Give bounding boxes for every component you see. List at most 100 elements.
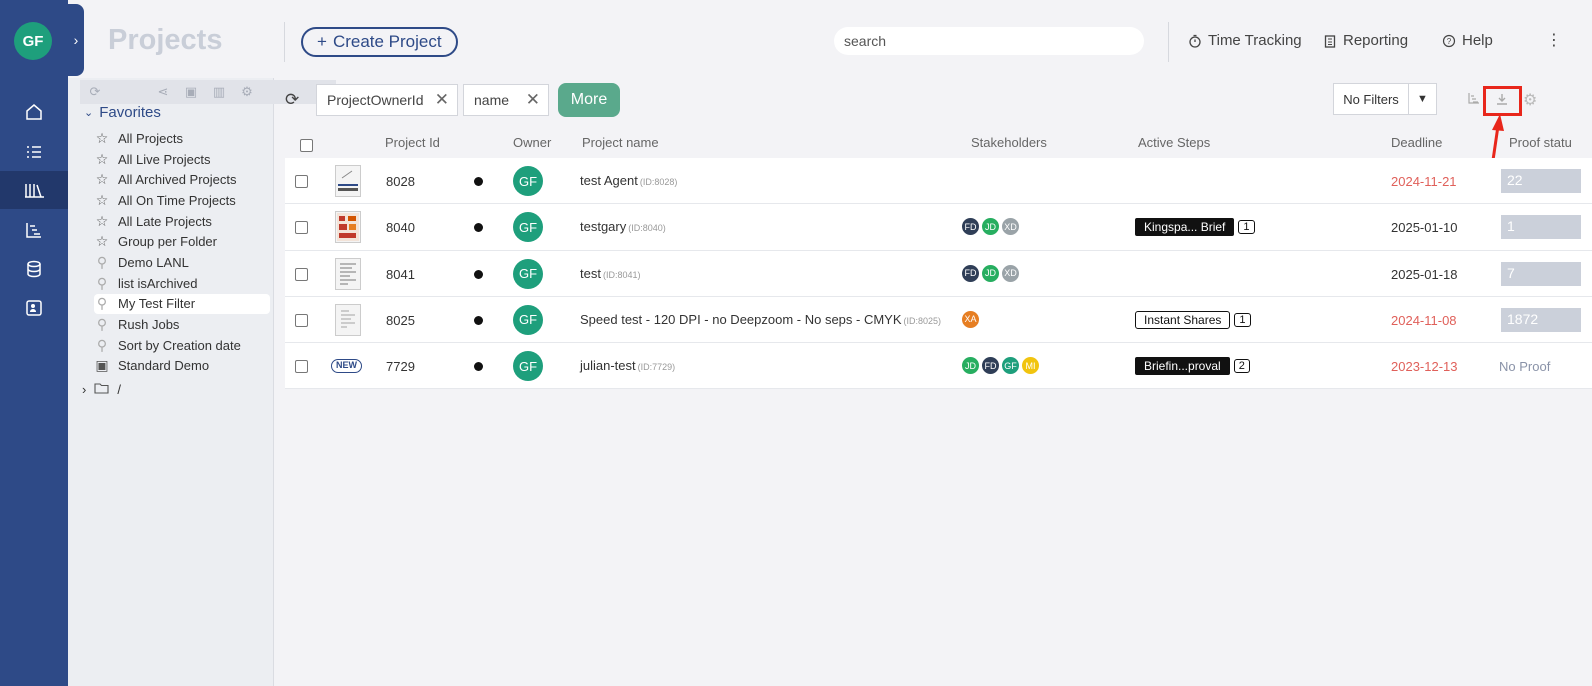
stakeholder-avatar[interactable]: FD xyxy=(981,356,1000,376)
table-row[interactable]: 8025 GF Speed test - 120 DPI - no Deepzo… xyxy=(285,296,1592,344)
stakeholders-group[interactable]: JD FD GF MI xyxy=(961,356,1041,376)
folder-item[interactable]: ▣ Standard Demo xyxy=(94,356,270,377)
settings-gear-icon[interactable]: ⚙ xyxy=(240,84,254,100)
favorite-item[interactable]: ☆ All Live Projects xyxy=(94,149,270,170)
active-steps[interactable]: Instant Shares 1 xyxy=(1135,310,1251,329)
help-link[interactable]: ? Help xyxy=(1442,32,1493,49)
tasks-list-icon[interactable] xyxy=(0,133,68,171)
project-thumbnail[interactable] xyxy=(335,211,361,244)
project-name[interactable]: julian-test (ID:7729) xyxy=(580,358,675,373)
table-row[interactable]: NEW 7729 GF julian-test (ID:7729) JD FD G… xyxy=(285,343,1592,390)
root-folder-node[interactable]: › / xyxy=(82,382,121,397)
project-name[interactable]: Speed test - 120 DPI - no Deepzoom - No … xyxy=(580,312,941,327)
column-header-proof-status[interactable]: Proof statu xyxy=(1509,135,1572,150)
close-icon[interactable]: ✕ xyxy=(435,90,449,110)
row-checkbox[interactable] xyxy=(295,267,308,281)
active-step-label[interactable]: Kingspa... Brief xyxy=(1135,218,1235,237)
stakeholder-avatar[interactable]: FD xyxy=(961,217,980,237)
column-header-project-name[interactable]: Project name xyxy=(582,135,659,150)
trash-icon[interactable]: ▥ xyxy=(212,84,226,100)
projects-library-icon[interactable] xyxy=(0,171,68,209)
saved-filter-item-selected[interactable]: ⚲ My Test Filter xyxy=(94,293,270,315)
project-name[interactable]: testgary (ID:8040) xyxy=(580,219,666,234)
proof-status-badge[interactable]: 1872 xyxy=(1501,307,1581,332)
refresh-icon[interactable]: ⟳ xyxy=(88,84,102,100)
stakeholder-avatar[interactable]: JD xyxy=(981,263,1000,283)
column-header-owner[interactable]: Owner xyxy=(513,135,551,150)
row-checkbox[interactable] xyxy=(295,175,308,188)
table-row[interactable]: 8028 GF test Agent (ID:8028) 2024-11-21 2… xyxy=(285,158,1592,205)
refresh-list-icon[interactable]: ⟳ xyxy=(285,90,299,110)
stakeholder-avatar[interactable]: JD xyxy=(981,217,1000,237)
stakeholder-avatar[interactable]: FD xyxy=(961,263,980,283)
saved-filter-select[interactable]: No Filters ▼ xyxy=(1333,83,1437,115)
gantt-chart-icon[interactable] xyxy=(0,211,68,249)
stakeholder-avatar[interactable]: JD xyxy=(961,356,980,376)
project-thumbnail[interactable] xyxy=(335,257,361,290)
column-header-project-id[interactable]: Project Id xyxy=(385,135,440,150)
user-avatar[interactable]: GF xyxy=(14,22,52,60)
stakeholder-avatar[interactable]: XD xyxy=(1001,263,1020,283)
row-checkbox[interactable] xyxy=(295,360,308,374)
column-header-deadline[interactable]: Deadline xyxy=(1391,135,1442,150)
saved-filter-item[interactable]: ⚲ Sort by Creation date xyxy=(94,335,270,356)
new-folder-icon[interactable]: ▣ xyxy=(184,84,198,100)
more-menu-icon[interactable]: ⋮ xyxy=(1546,30,1562,50)
create-project-button[interactable]: + Create Project xyxy=(301,27,458,57)
filter-chip-name[interactable]: name ✕ xyxy=(463,84,549,116)
row-checkbox[interactable] xyxy=(295,221,308,235)
owner-avatar[interactable]: GF xyxy=(513,304,543,335)
favorites-header[interactable]: ⌄ Favorites xyxy=(84,104,161,121)
share-icon[interactable]: ⋖ xyxy=(156,84,170,100)
column-header-stakeholders[interactable]: Stakeholders xyxy=(971,135,1047,150)
table-row[interactable]: 8041 GF test (ID:8041) FD JD XD 2025-01-1… xyxy=(285,250,1592,297)
project-name[interactable]: test Agent (ID:8028) xyxy=(580,173,677,188)
owner-avatar[interactable]: GF xyxy=(513,258,543,289)
owner-avatar[interactable]: GF xyxy=(513,351,543,382)
column-header-active-steps[interactable]: Active Steps xyxy=(1138,135,1210,150)
active-step-label[interactable]: Briefin...proval xyxy=(1135,357,1230,376)
contacts-icon[interactable] xyxy=(0,289,68,327)
close-icon[interactable]: ✕ xyxy=(526,90,540,110)
project-thumbnail[interactable] xyxy=(335,165,361,197)
favorite-item[interactable]: ☆ All Late Projects xyxy=(94,211,270,232)
stakeholder-avatar[interactable]: XD xyxy=(1001,217,1020,237)
project-name[interactable]: test (ID:8041) xyxy=(580,266,641,281)
row-checkbox[interactable] xyxy=(295,313,308,327)
stakeholders-group[interactable]: XA xyxy=(961,309,981,329)
owner-avatar[interactable]: GF xyxy=(513,166,543,196)
stakeholders-group[interactable]: FD JD XD xyxy=(961,263,1021,283)
favorite-item[interactable]: ☆ All Archived Projects xyxy=(94,169,270,190)
owner-avatar[interactable]: GF xyxy=(513,212,543,243)
active-steps[interactable]: Kingspa... Brief 1 xyxy=(1135,218,1255,237)
home-icon[interactable] xyxy=(0,93,68,131)
proof-status-badge[interactable]: 7 xyxy=(1501,261,1581,286)
filter-chip-owner[interactable]: ProjectOwnerId ✕ xyxy=(316,84,458,116)
time-tracking-link[interactable]: Time Tracking xyxy=(1188,32,1302,49)
more-filters-button[interactable]: More xyxy=(558,83,620,117)
favorite-item[interactable]: ☆ All On Time Projects xyxy=(94,190,270,211)
saved-filter-item[interactable]: ⚲ list isArchived xyxy=(94,273,270,294)
saved-filter-item[interactable]: ⚲ Rush Jobs xyxy=(94,314,270,335)
column-settings-gear-icon[interactable]: ⚙ xyxy=(1523,90,1537,110)
proof-status-badge[interactable]: 22 xyxy=(1501,169,1581,193)
gantt-view-icon[interactable] xyxy=(1467,91,1481,108)
saved-filter-item[interactable]: ⚲ Demo LANL xyxy=(94,252,270,273)
database-icon[interactable] xyxy=(0,250,68,288)
stakeholder-avatar[interactable]: MI xyxy=(1021,356,1040,376)
favorite-item[interactable]: ☆ All Projects xyxy=(94,128,270,149)
table-row[interactable]: 8040 GF testgary (ID:8040) FD JD XD Kings… xyxy=(285,204,1592,251)
select-all-checkbox[interactable] xyxy=(300,139,313,152)
stakeholder-avatar[interactable]: GF xyxy=(1001,356,1020,376)
active-step-label[interactable]: Instant Shares xyxy=(1135,310,1231,329)
project-thumbnail[interactable] xyxy=(335,303,361,336)
reporting-link[interactable]: Reporting xyxy=(1323,32,1408,49)
active-steps[interactable]: Briefin...proval 2 xyxy=(1135,357,1250,376)
stakeholders-group[interactable]: FD JD XD xyxy=(961,217,1021,237)
favorite-item[interactable]: ☆ Group per Folder xyxy=(94,231,270,252)
search-input[interactable] xyxy=(834,27,1144,55)
rail-expand-toggle[interactable]: › xyxy=(68,4,84,76)
caret-down-icon[interactable]: ▼ xyxy=(1408,84,1436,114)
stakeholder-avatar[interactable]: XA xyxy=(961,309,980,329)
proof-status-badge[interactable]: 1 xyxy=(1501,215,1581,240)
